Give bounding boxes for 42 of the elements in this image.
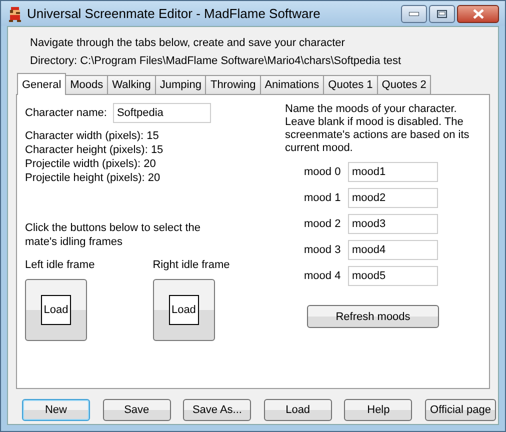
stat-text: Projectile width (pixels): 20: [25, 157, 157, 171]
action-button[interactable]: Official page: [425, 399, 496, 421]
load-frame-label: Load: [168, 295, 199, 325]
tab[interactable]: General: [17, 73, 66, 95]
idle-frame-label: Right idle frame: [152, 259, 230, 271]
action-button[interactable]: Save: [102, 399, 171, 421]
refresh-moods-button[interactable]: Refresh moods: [307, 305, 439, 328]
tab[interactable]: Animations: [260, 75, 324, 94]
action-button[interactable]: Help: [344, 399, 412, 421]
tab[interactable]: Throwing: [205, 75, 261, 94]
mood-field[interactable]: mood5: [348, 266, 438, 286]
mood-label: mood 0: [304, 166, 340, 178]
tab[interactable]: Quotes 2: [376, 75, 432, 94]
directory-path: Directory: C:\Program Files\MadFlame Software\Mario4\chars\Softpedia test: [30, 55, 402, 67]
mood-field[interactable]: mood3: [348, 214, 438, 234]
action-button[interactable]: Save As...: [183, 399, 252, 421]
idle-instruction-text: Click the buttons below to select the mate's idling frames: [25, 221, 202, 249]
frame-tile-button[interactable]: Load: [25, 279, 87, 341]
moods-description: Name the moods of your character. Leave blank if mood is disabled. The screenmate's actions are based on its current mood.: [285, 103, 470, 155]
mood-label: mood 2: [304, 218, 340, 230]
intro-text: Navigate through the tabs below, create and save your character: [30, 37, 346, 49]
mood-label: mood 3: [304, 244, 340, 256]
tab[interactable]: Jumping: [154, 75, 206, 94]
tab[interactable]: Quotes 1: [323, 75, 378, 94]
stat-text: Character width (pixels): 15: [25, 129, 160, 143]
mood-field[interactable]: mood1: [348, 162, 438, 182]
mood-label: mood 1: [304, 192, 340, 204]
character-name-field[interactable]: Softpedia: [112, 103, 211, 123]
character-name-label: Character name:: [25, 107, 107, 119]
mood-field[interactable]: mood4: [348, 240, 438, 260]
action-button[interactable]: New: [22, 399, 90, 421]
mood-field[interactable]: mood2: [348, 188, 438, 208]
window-title: Universal Screenmate Editor - MadFlame Software: [27, 6, 322, 21]
action-button[interactable]: Load: [264, 399, 332, 421]
load-frame-label: Load: [41, 295, 71, 325]
tab[interactable]: Walking: [107, 75, 156, 94]
tab[interactable]: Moods: [65, 75, 108, 94]
stat-text: Character height (pixels): 15: [25, 143, 164, 157]
idle-frame-label: Left idle frame: [25, 259, 95, 271]
mood-label: mood 4: [304, 270, 340, 282]
stat-text: Projectile height (pixels): 20: [25, 171, 162, 185]
frame-tile-button[interactable]: Load: [152, 279, 215, 341]
